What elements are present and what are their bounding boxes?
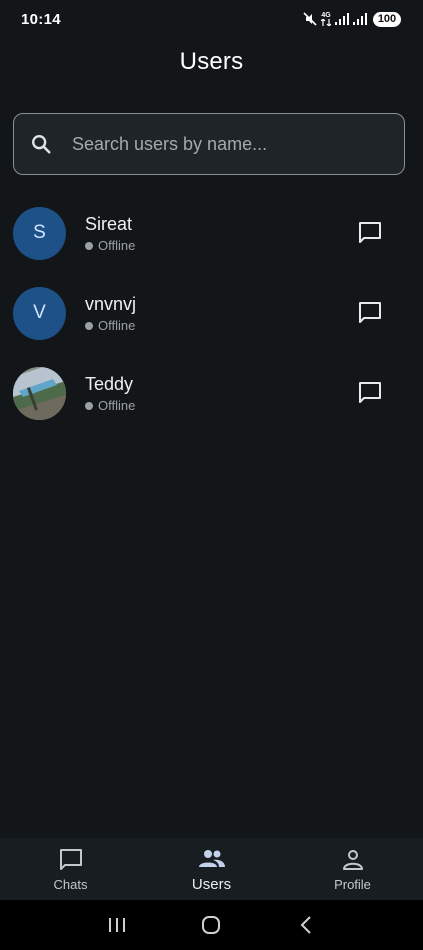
user-status: Offline: [85, 318, 136, 333]
avatar-photo: [13, 366, 66, 420]
message-icon: [359, 382, 381, 403]
status-time: 10:14: [21, 10, 61, 28]
avatar-initial: V: [33, 302, 46, 323]
system-nav-bar: [0, 900, 423, 950]
user-info: Sireat Offline: [85, 213, 135, 253]
battery-icon: 100: [373, 11, 401, 27]
nav-label: Profile: [334, 876, 371, 892]
search-icon: [32, 135, 51, 154]
status-bar: 10:14 4G 100: [0, 0, 423, 38]
status-text: Offline: [98, 238, 136, 253]
back-chevron-icon: [300, 916, 311, 934]
person-icon: [342, 849, 363, 870]
user-status: Offline: [85, 238, 135, 253]
user-list: S Sireat Offline V vnvnvj Offline Teddy …: [0, 193, 423, 433]
recent-apps-button[interactable]: [97, 905, 137, 945]
search-box[interactable]: [13, 113, 405, 175]
user-status: Offline: [85, 398, 135, 413]
status-text: Offline: [98, 318, 136, 333]
message-user-button[interactable]: [353, 216, 387, 250]
user-list-item[interactable]: Teddy Offline: [0, 353, 423, 433]
nav-item-chats[interactable]: Chats: [0, 838, 141, 900]
user-name: Sireat: [85, 214, 133, 234]
user-list-item[interactable]: V vnvnvj Offline: [0, 273, 423, 353]
avatar: V: [13, 286, 66, 340]
message-icon: [359, 222, 381, 243]
message-icon: [359, 302, 381, 323]
nav-label: Users: [191, 875, 232, 893]
recent-apps-icon: [109, 918, 126, 932]
status-icons: 4G 100: [303, 11, 401, 27]
offline-dot-icon: [85, 401, 93, 410]
network-type-label: 4G: [321, 12, 331, 19]
message-user-button[interactable]: [353, 376, 387, 410]
mute-vibrate-icon: [303, 12, 317, 26]
signal-icon-2: [353, 13, 367, 25]
network-type-icon: 4G: [321, 12, 331, 26]
signal-icon: [335, 13, 349, 25]
people-icon: [198, 849, 225, 867]
user-info: Teddy Offline: [85, 373, 135, 413]
back-button[interactable]: [286, 905, 326, 945]
chat-bubble-icon: [59, 848, 82, 870]
home-icon: [202, 916, 221, 934]
user-name: vnvnvj: [85, 294, 137, 314]
nav-label: Chats: [53, 876, 88, 892]
search-input[interactable]: [72, 133, 404, 155]
offline-dot-icon: [85, 241, 93, 250]
home-button[interactable]: [191, 905, 231, 945]
page-title: Users: [179, 48, 244, 75]
profile-photo-image: [13, 366, 66, 420]
nav-item-profile[interactable]: Profile: [282, 838, 423, 900]
offline-dot-icon: [85, 321, 93, 330]
message-user-button[interactable]: [353, 296, 387, 330]
nav-item-users[interactable]: Users: [141, 838, 282, 900]
user-name: Teddy: [85, 374, 134, 394]
bottom-nav: Chats Users Profile: [0, 838, 423, 900]
avatar: S: [13, 206, 66, 260]
status-text: Offline: [98, 398, 136, 413]
user-list-item[interactable]: S Sireat Offline: [0, 193, 423, 273]
avatar-initial: S: [33, 222, 46, 243]
user-info: vnvnvj Offline: [85, 293, 136, 333]
